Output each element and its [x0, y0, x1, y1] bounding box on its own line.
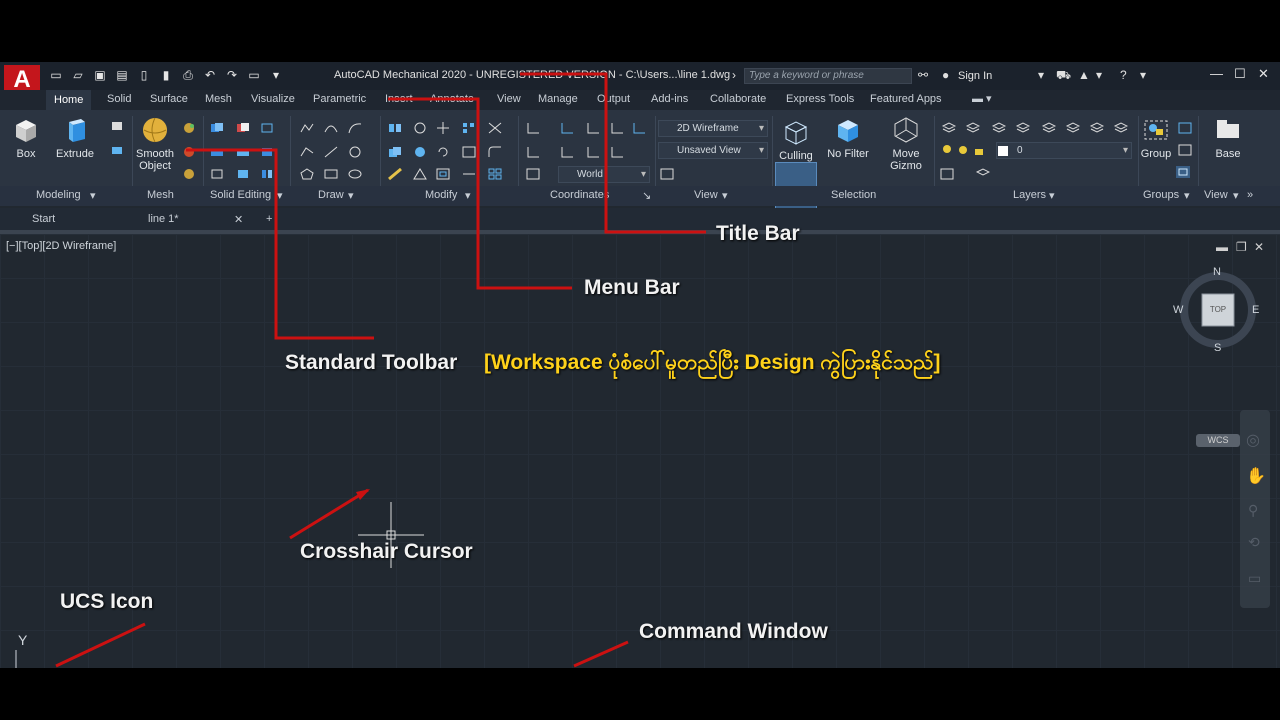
annotation-menu-bar: Menu Bar: [584, 276, 680, 299]
annotation-title-bar: Title Bar: [716, 222, 800, 245]
annotation-standard-toolbar: Standard Toolbar: [285, 351, 458, 374]
annotation-crosshair-cursor: Crosshair Cursor: [300, 540, 473, 563]
annotation-command-window: Command Window: [639, 620, 828, 643]
annotation-ucs-icon: UCS Icon: [60, 590, 154, 613]
letterbox-bottom: [0, 668, 1280, 720]
letterbox-top: [0, 0, 1280, 62]
autocad-window: A M ▭ ▱ ▣ ▤ ▯ ▮ ⎙ ↶ ↷ ▭ ▾ AutoCAD Mechan…: [0, 62, 1280, 668]
annotation-workspace-note: [Workspace ပုံစံပေါ်မူတည်ပြီး Design ကွဲ…: [484, 351, 941, 374]
